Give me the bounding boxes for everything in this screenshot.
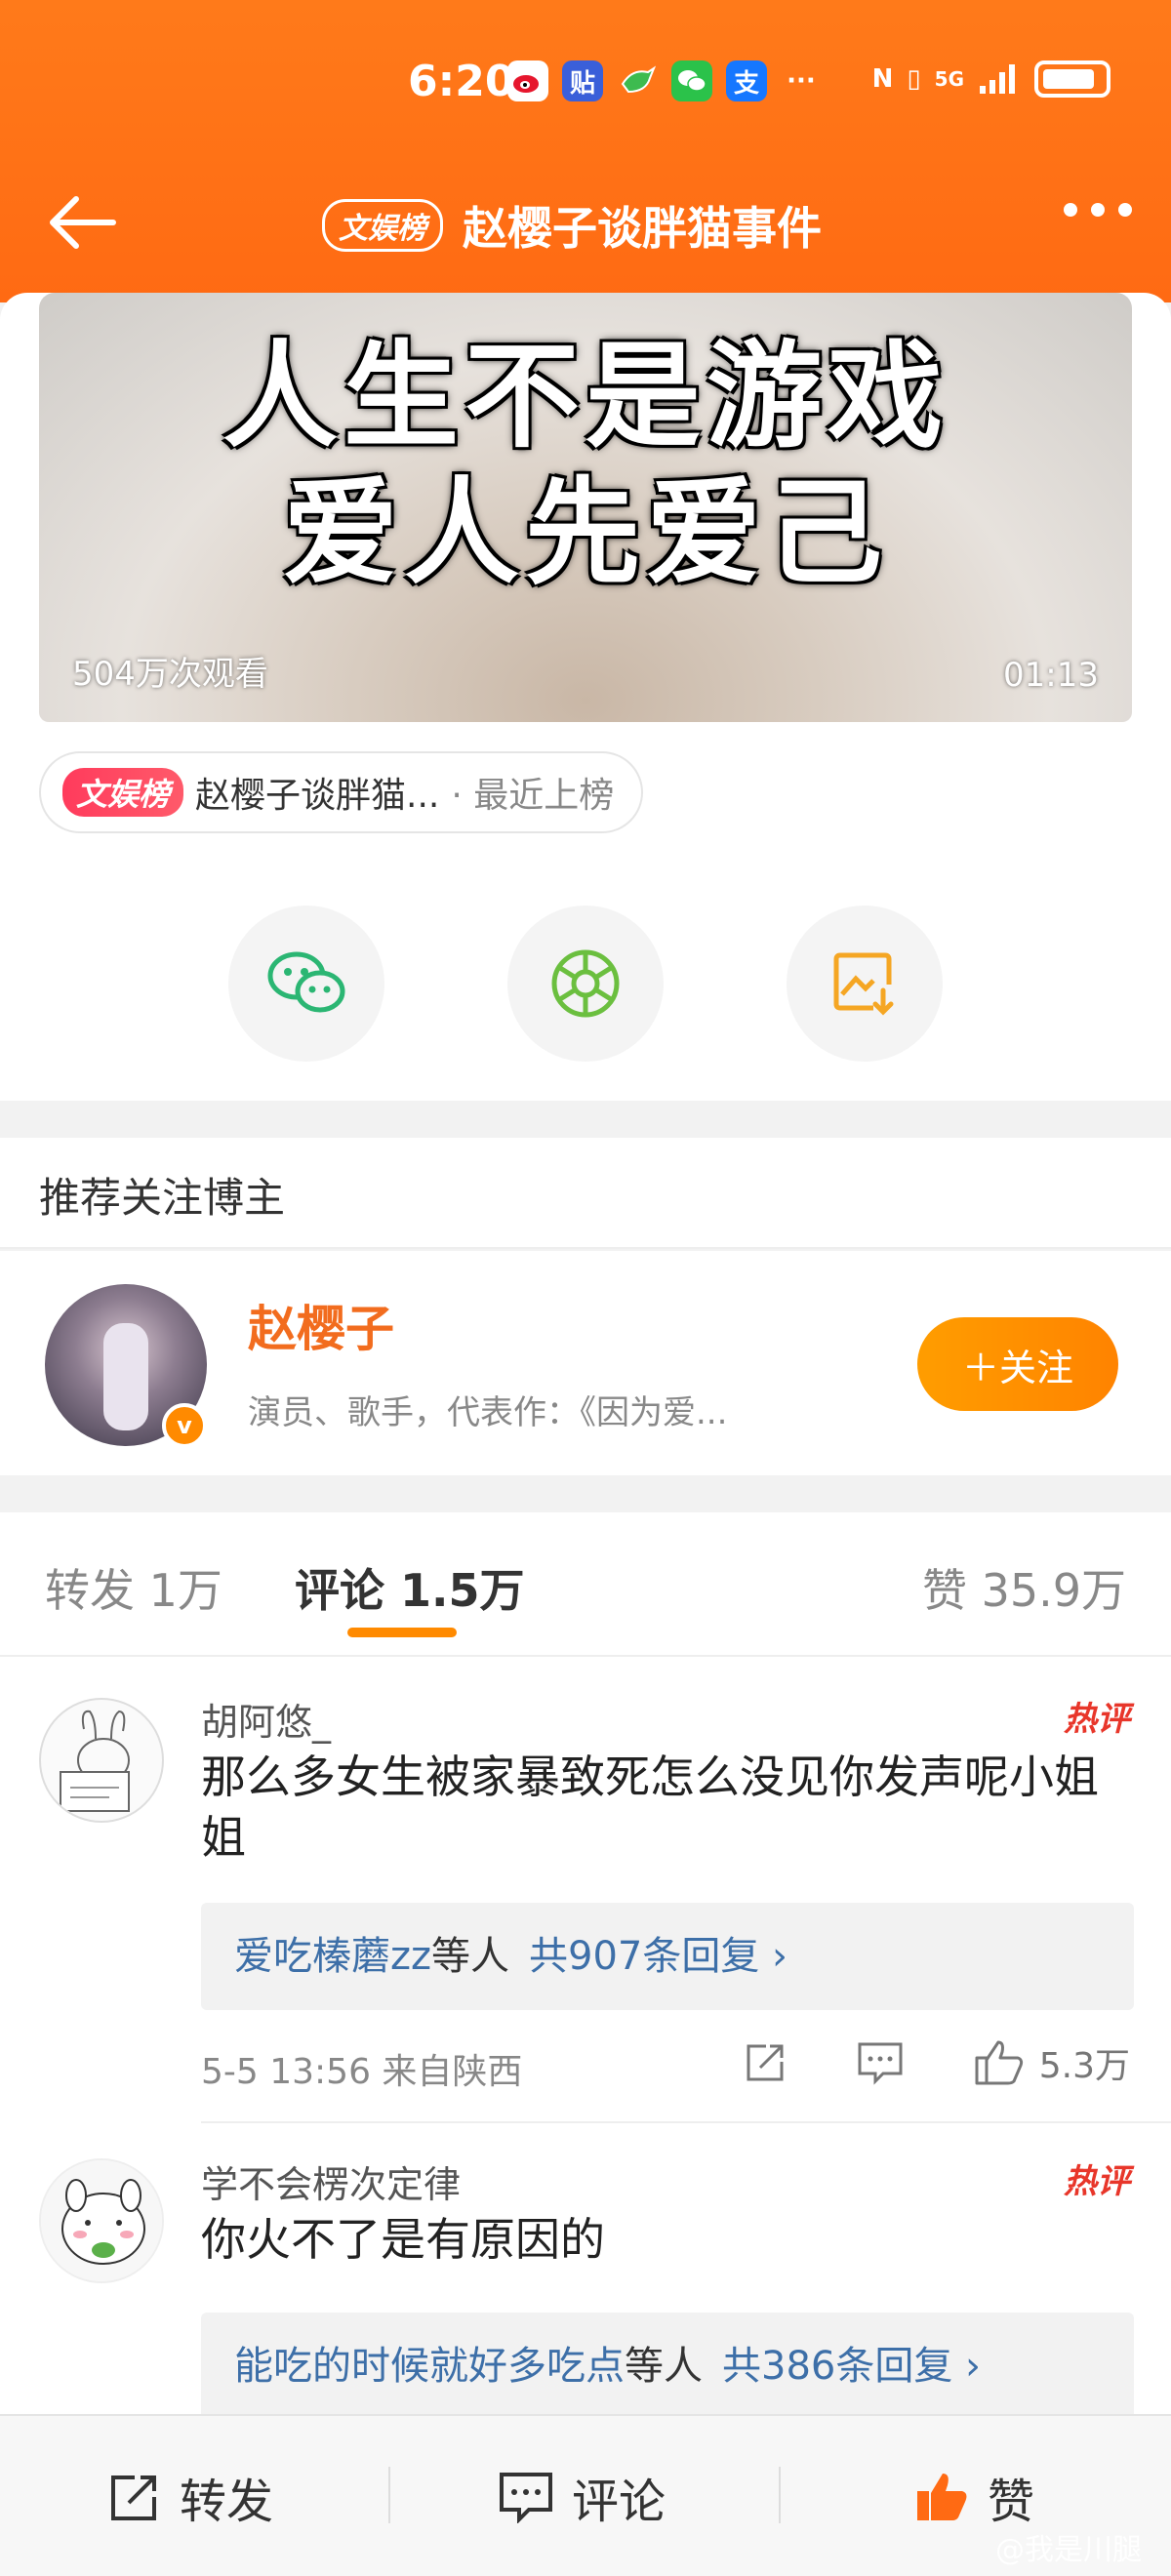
share-row [228,906,943,1062]
moments-icon [551,949,620,1018]
top-header: 6:20 贴 支 ··· N ▯ 5G 文娱榜 赵樱子谈胖猫事件 [0,0,1171,302]
status-time: 6:20 [408,57,515,106]
status-bar: 6:20 贴 支 ··· N ▯ 5G [0,57,1171,115]
recommend-header: 推荐关注博主 [0,1138,1171,1249]
bottom-action-bar: 转发 评论 赞 @我是川腿 [0,2414,1171,2576]
page-title: 赵樱子谈胖猫事件 [463,202,822,255]
active-tab-indicator [347,1628,457,1637]
video-overlay-line2: 爱人先爱己 [282,465,888,600]
like-label: 赞 [988,2475,1035,2529]
bottom-separator [779,2467,781,2523]
view-count: 504万次观看 [72,655,268,694]
recommend-user-row[interactable]: v 赵樱子 演员、歌手，代表作：《因为爱... ＋关注 [0,1251,1171,1475]
nfc-icon: N [871,64,894,94]
comment-text: 你火不了是有原因的 [201,2213,605,2266]
repost-button[interactable]: 转发 [107,2416,273,2576]
comment-icon [500,2473,552,2523]
vibrate-icon: ▯ [907,64,921,94]
blogger-name[interactable]: 赵樱子 [248,1290,394,1360]
reply-mid: 等人 [625,2344,703,2389]
back-arrow-icon[interactable] [45,193,119,252]
comment-label: 评论 [572,2475,666,2529]
post-card: 人生不是游戏 爱人先爱己 504万次观看 01:13 文娱榜 赵樱子谈胖猫...… [0,293,1171,1101]
verified-badge-icon: v [162,1403,207,1448]
share-moments-button[interactable] [507,906,664,1062]
share-wechat-button[interactable] [228,906,384,1062]
interaction-tabs: 转发 1万 评论 1.5万 赞 35.9万 [0,1512,1171,1657]
battery-icon [1034,60,1110,98]
comment-divider [201,2121,1171,2123]
save-image-icon [833,952,894,1016]
video-player[interactable]: 人生不是游戏 爱人先爱己 504万次观看 01:13 [39,293,1132,722]
comment-repost-button[interactable] [743,2040,787,2085]
comment-list: 胡阿悠_ 热评 那么多女生被家暴致死怎么没见你发声呢小姐姐 爱吃榛蘑zz等人 共9… [0,1657,1171,2418]
reply-user: 爱吃榛蘑zz [234,1934,431,1979]
hot-comment-badge: 热评 [1064,1700,1130,1739]
repost-icon [111,2475,156,2520]
recommend-heading: 推荐关注博主 [39,1174,286,1222]
weibo-app-icon [507,60,548,101]
repost-icon [747,2044,784,2081]
watermark: @我是川腿 [995,2533,1142,2567]
reply-mid: 等人 [431,1934,509,1979]
more-notifications-icon: ··· [787,66,816,96]
topic-status: · 最近上榜 [451,776,615,816]
alipay-app-icon: 支 [726,60,767,101]
commenter-avatar[interactable] [39,2158,164,2283]
wechat-icon [267,951,345,1013]
comment-icon [858,2042,903,2085]
comment-text: 那么多女生被家暴致死怎么没见你发声呢小姐姐 [201,1751,1099,1864]
thumbs-up-filled-icon [917,2474,967,2520]
bird-app-icon [617,60,658,101]
video-duration: 01:13 [1003,656,1099,695]
more-options-icon[interactable] [1064,203,1132,217]
comment-button[interactable]: 评论 [498,2416,666,2576]
nav-topic-tag: 文娱榜 [322,199,443,252]
wechat-app-icon [671,60,712,101]
reply-count: 共386条回复 › [722,2344,982,2389]
hot-comment-badge: 热评 [1064,2162,1130,2201]
reply-count: 共907条回复 › [529,1934,788,1979]
blogger-description: 演员、歌手，代表作：《因为爱... [248,1393,728,1432]
tieba-app-icon: 贴 [562,60,603,101]
bottom-separator [388,2467,390,2523]
tab-like[interactable]: 赞 35.9万 [922,1555,1126,1620]
follow-button[interactable]: ＋关注 [917,1317,1118,1411]
replies-summary[interactable]: 爱吃榛蘑zz等人 共907条回复 › [201,1903,1134,2010]
save-image-button[interactable] [787,906,943,1062]
comment-like-button[interactable]: 5.3万 [973,2037,1130,2088]
nav-title-group: 文娱榜 赵樱子谈胖猫事件 [322,193,822,258]
repost-label: 转发 [180,2475,274,2529]
comment-actions: 5.3万 [674,2037,1130,2088]
topic-chip[interactable]: 文娱榜 赵樱子谈胖猫... · 最近上榜 [39,751,644,833]
thumbs-up-icon [975,2040,1023,2085]
commenter-avatar[interactable] [39,1698,164,1823]
comment-reply-button[interactable] [856,2040,905,2085]
nav-bar: 文娱榜 赵樱子谈胖猫事件 [0,185,1171,263]
network-label: 5G [934,67,964,91]
tab-comment[interactable]: 评论 1.5万 [295,1555,525,1620]
topic-name: 赵樱子谈胖猫... [195,776,440,816]
signal-icon [980,64,1015,94]
notification-icons: 贴 支 ··· [507,60,822,101]
commenter-name[interactable]: 胡阿悠_ [201,1692,331,1746]
replies-summary[interactable]: 能吃的时候就好多吃点等人 共386条回复 › [201,2313,1134,2418]
system-icons: N ▯ 5G [872,60,1110,98]
commenter-name[interactable]: 学不会楞次定律 [201,2154,461,2208]
reply-user: 能吃的时候就好多吃点 [234,2344,625,2389]
tab-repost[interactable]: 转发 1万 [45,1555,222,1620]
like-count: 5.3万 [1038,2046,1130,2086]
comment-meta: 5-5 13:56 来自陕西 [201,2052,523,2092]
topic-tag-badge: 文娱榜 [62,768,184,817]
